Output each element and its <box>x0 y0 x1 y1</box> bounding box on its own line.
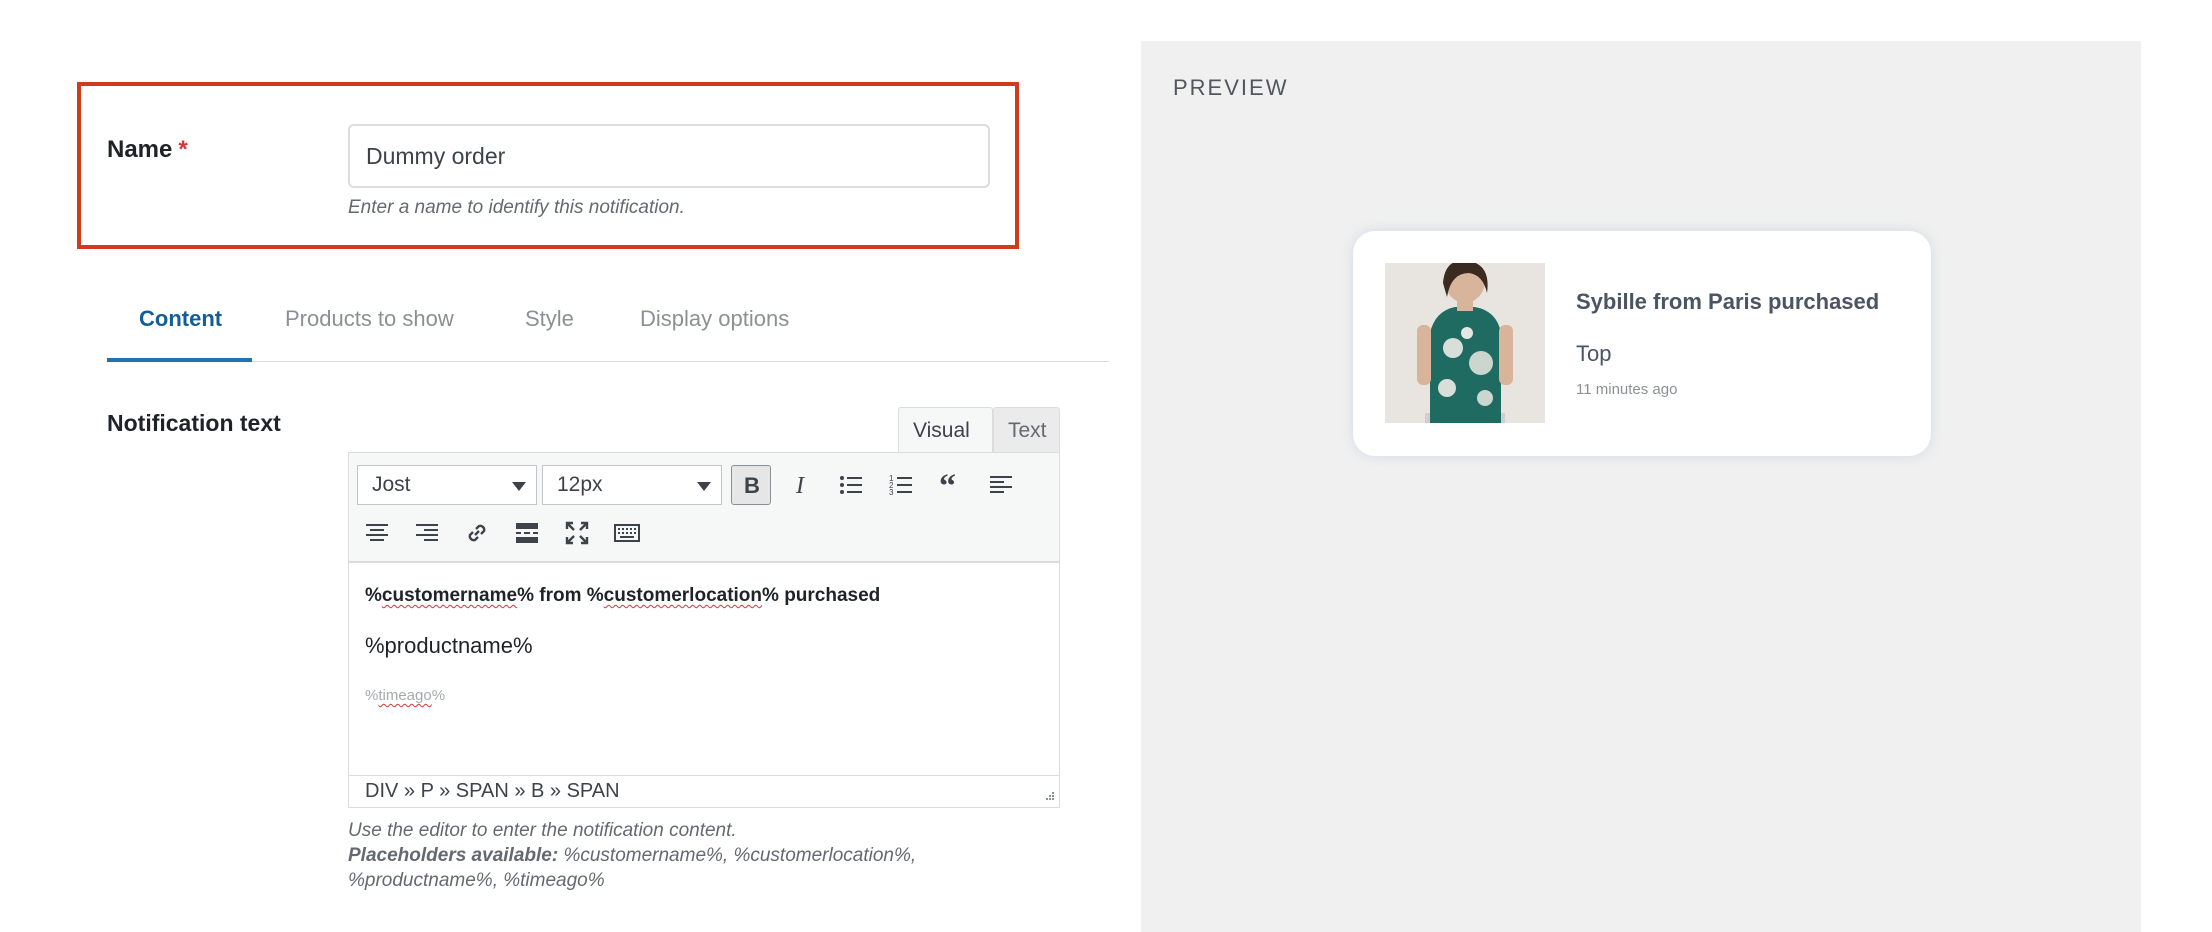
svg-text:“: “ <box>939 472 956 498</box>
svg-text:I: I <box>795 473 805 498</box>
name-label: Name * <box>107 136 188 164</box>
text-fragment: % purchased <box>762 585 881 606</box>
font-family-select[interactable]: Jost <box>357 465 537 505</box>
product-image <box>1385 263 1545 423</box>
keyboard-icon <box>614 524 640 542</box>
settings-tabs: Content Products to show Style Display o… <box>107 300 1109 362</box>
text-fragment: % <box>431 687 446 704</box>
font-family-value: Jost <box>372 473 411 496</box>
blockquote-icon: “ <box>939 472 956 498</box>
chevron-down-icon <box>697 482 711 491</box>
name-help-text: Enter a name to identify this notificati… <box>348 197 685 218</box>
align-right-button[interactable] <box>407 513 447 553</box>
placeholders-help: Placeholders available: %customername%, … <box>348 843 1068 893</box>
editor-help-text: Use the editor to enter the notification… <box>348 818 1068 893</box>
preview-headline: Sybille from Paris purchased <box>1576 289 1880 314</box>
font-size-select[interactable]: 12px <box>542 465 722 505</box>
svg-text:B: B <box>744 473 760 498</box>
fullscreen-button[interactable] <box>557 513 597 553</box>
text-fragment-misspelled: customerlocation <box>603 585 763 606</box>
bullet-list-icon <box>840 476 862 494</box>
element-path-text: DIV » P » SPAN » B » SPAN <box>365 780 620 802</box>
editor-element-path: DIV » P » SPAN » B » SPAN <box>349 775 1059 807</box>
italic-button[interactable]: I <box>781 465 821 505</box>
product-photo-illustration <box>1385 263 1545 423</box>
editor-help-line: Use the editor to enter the notification… <box>348 820 737 841</box>
text-fragment: % <box>365 687 379 704</box>
resize-handle-icon[interactable] <box>1041 789 1055 803</box>
bold-button[interactable]: B <box>731 465 771 505</box>
notification-text-label: Notification text <box>107 410 281 436</box>
preview-time-ago: 11 minutes ago <box>1576 381 1678 398</box>
editor-content-area[interactable]: %customername% from %customerlocation% p… <box>349 565 1059 775</box>
placeholders-label: Placeholders available: <box>348 845 559 866</box>
visual-mode-tab[interactable]: Visual <box>898 407 993 452</box>
preview-product-name: Top <box>1576 341 1612 366</box>
link-button[interactable] <box>457 513 497 553</box>
svg-text:3: 3 <box>889 488 894 497</box>
text-fragment: % from % <box>517 585 604 606</box>
content-line-product: %productname% <box>365 633 533 658</box>
align-right-icon <box>416 524 438 541</box>
text-fragment-misspelled: timeago <box>378 687 432 704</box>
fullscreen-icon <box>565 521 589 545</box>
tab-display-options[interactable]: Display options <box>640 306 789 332</box>
tab-products-to-show[interactable]: Products to show <box>285 306 454 332</box>
read-more-icon <box>516 523 538 543</box>
link-icon <box>468 524 486 542</box>
blockquote-button[interactable]: “ <box>931 465 971 505</box>
preview-title: PREVIEW <box>1173 75 1289 100</box>
chevron-down-icon <box>512 482 526 491</box>
active-tab-indicator <box>107 358 252 362</box>
align-center-icon <box>366 524 388 541</box>
content-line-time: %timeago% <box>365 687 1043 704</box>
notification-preview-card: Sybille from Paris purchased Top 11 minu… <box>1353 231 1931 456</box>
numbered-list-icon: 123 <box>889 474 912 497</box>
preview-panel: PREVIEW Sybille from Paris purchased Top… <box>1141 41 2141 932</box>
editor-toolbar: Jost 12px B I 123 “ <box>349 453 1059 563</box>
tab-content[interactable]: Content <box>139 306 222 332</box>
text-fragment-misspelled: customername <box>381 585 518 606</box>
align-left-icon <box>990 476 1012 493</box>
name-input[interactable] <box>348 124 990 188</box>
text-fragment: % <box>365 585 382 606</box>
read-more-button[interactable] <box>507 513 547 553</box>
required-mark: * <box>178 136 188 163</box>
rich-text-editor: Jost 12px B I 123 “ %customername% from … <box>348 452 1060 808</box>
font-size-value: 12px <box>557 473 603 496</box>
content-line-customer: %customername% from %customerlocation% p… <box>365 585 1043 607</box>
italic-icon: I <box>795 473 805 498</box>
bullet-list-button[interactable] <box>831 465 871 505</box>
text-mode-tab[interactable]: Text <box>993 407 1060 452</box>
numbered-list-button[interactable]: 123 <box>881 465 921 505</box>
toolbar-toggle-button[interactable] <box>607 513 647 553</box>
align-left-button[interactable] <box>981 465 1021 505</box>
align-center-button[interactable] <box>357 513 397 553</box>
name-label-text: Name <box>107 136 173 163</box>
tab-style[interactable]: Style <box>525 306 574 332</box>
bold-icon: B <box>744 473 760 498</box>
